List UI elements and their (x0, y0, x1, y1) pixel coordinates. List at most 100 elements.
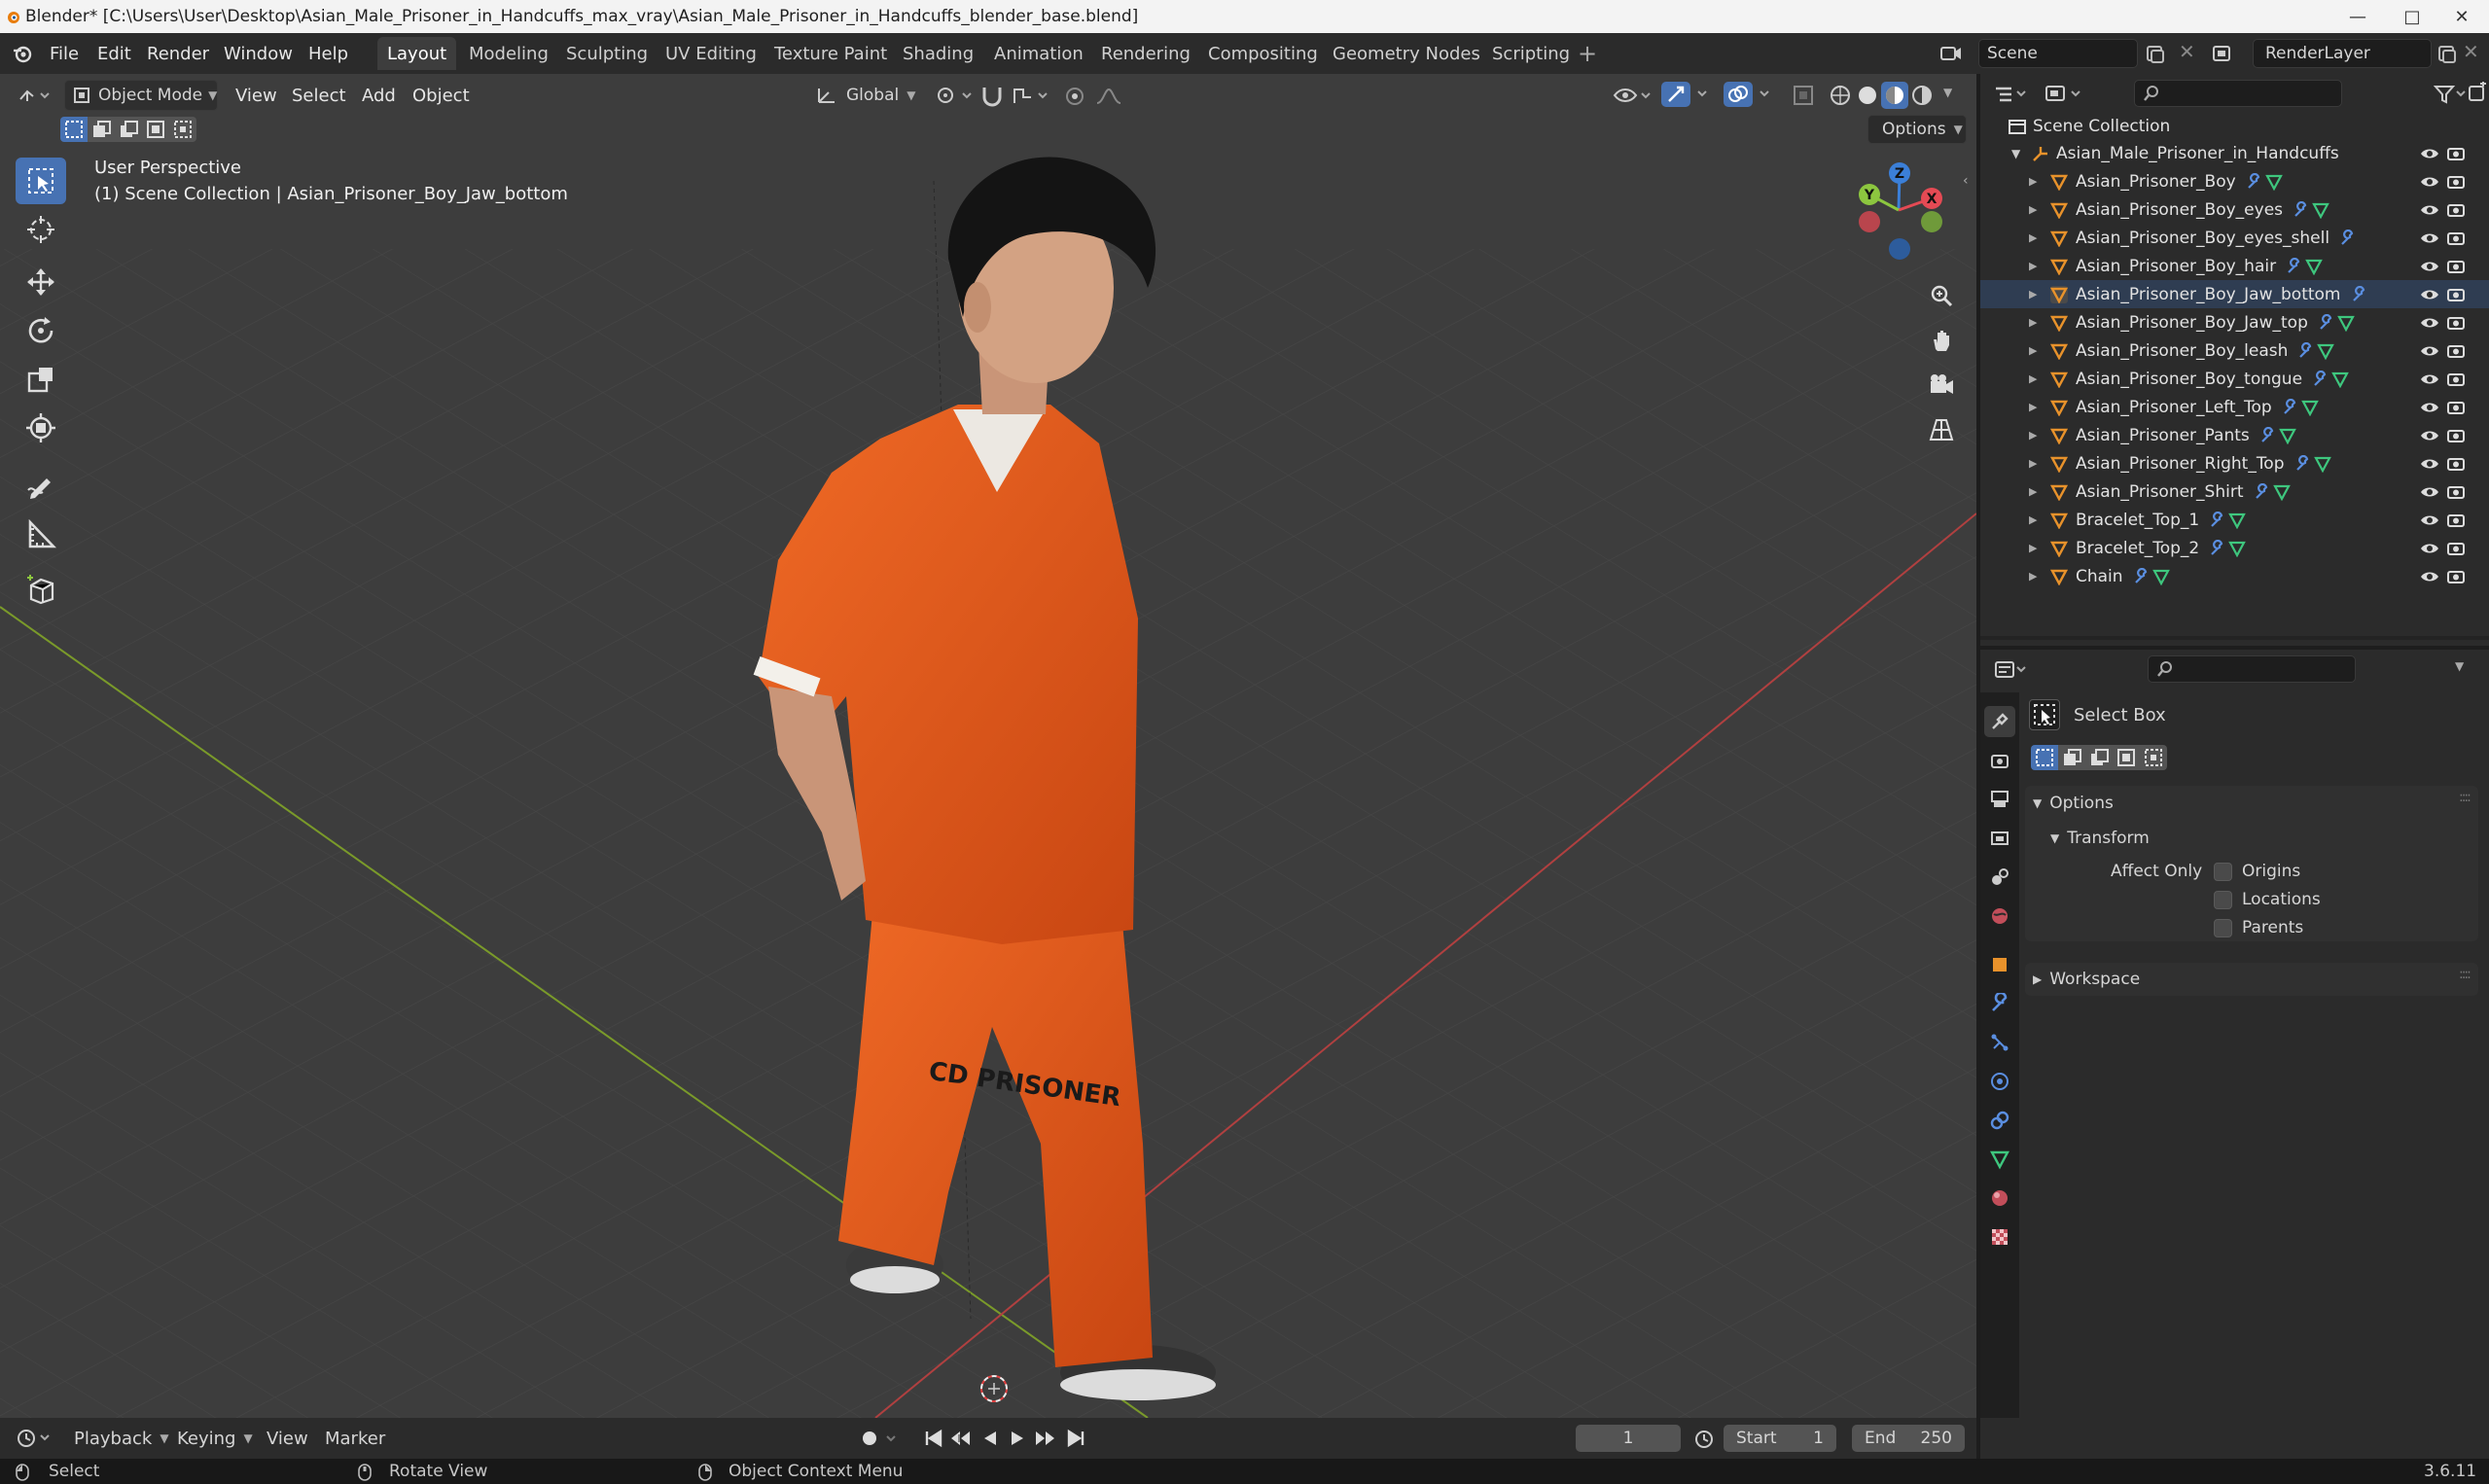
tab-tool[interactable] (1984, 706, 2015, 737)
outliner-item[interactable]: ▶ Asian_Prisoner_Boy_eyes_shell (1980, 224, 2489, 252)
new-collection-icon[interactable] (2467, 82, 2488, 103)
navigation-gizmo[interactable]: Z X Y (1848, 159, 1949, 261)
visibility-eye-icon[interactable] (2420, 512, 2439, 528)
mesh-data-icon[interactable] (2313, 455, 2331, 473)
preview-range-clock-icon[interactable] (1692, 1428, 1716, 1451)
workspace-panel[interactable]: ▶ Workspace :::: (2025, 963, 2478, 996)
outliner-scene-collection[interactable]: Scene Collection (1980, 112, 2489, 140)
expand-arrow-icon[interactable]: ▶ (2029, 344, 2046, 357)
locations-checkbox-box[interactable] (2214, 890, 2232, 909)
tab-rendering[interactable]: Rendering (1091, 37, 1200, 70)
mesh-data-icon[interactable] (2337, 314, 2355, 332)
jump-to-end-icon[interactable] (1066, 1429, 1085, 1448)
tab-object[interactable] (1984, 949, 2015, 980)
tool-transform[interactable] (16, 405, 66, 451)
select-invert-icon[interactable] (2113, 745, 2140, 770)
transform-subpanel-header[interactable]: ▼ Transform (2050, 827, 2150, 850)
record-keyframe-icon[interactable] (860, 1429, 899, 1448)
render-camera-icon[interactable] (2447, 428, 2465, 443)
expand-arrow-icon[interactable]: ▶ (2029, 485, 2046, 498)
pivot-point-icon[interactable] (936, 86, 975, 105)
viewport-menu-object[interactable]: Object (412, 74, 470, 117)
expand-arrow-icon[interactable]: ▶ (2029, 513, 2046, 526)
outliner-item[interactable]: ▶ Asian_Prisoner_Right_Top (1980, 449, 2489, 477)
outliner-item[interactable]: ▶ Asian_Prisoner_Shirt (1980, 477, 2489, 506)
outliner-item[interactable]: ▶ Bracelet_Top_2 (1980, 534, 2489, 562)
viewport-menu-select[interactable]: Select (292, 74, 346, 117)
tab-texture-paint[interactable]: Texture Paint (764, 37, 897, 70)
visibility-eye-icon[interactable] (2420, 315, 2439, 331)
select-new-icon[interactable] (2031, 745, 2058, 770)
play-icon[interactable] (1008, 1429, 1027, 1448)
properties-search-input[interactable] (2148, 655, 2356, 683)
properties-options-chevron-icon[interactable]: ▼ (2455, 659, 2464, 673)
tool-add-cube[interactable] (16, 566, 66, 613)
menu-edit[interactable]: Edit (97, 33, 131, 74)
timeline-menu-marker[interactable]: Marker (325, 1418, 385, 1459)
tool-scale[interactable] (16, 356, 66, 403)
render-camera-icon[interactable] (2447, 400, 2465, 415)
shading-options-chevron-icon[interactable]: ▼ (1943, 86, 1952, 99)
outliner-item[interactable]: ▶ Asian_Prisoner_Pants (1980, 421, 2489, 449)
modifier-wrench-icon[interactable] (2254, 482, 2271, 501)
render-camera-icon[interactable] (2447, 146, 2465, 161)
modifier-wrench-icon[interactable] (2246, 172, 2263, 191)
material-preview-shading-icon[interactable] (1881, 82, 1908, 109)
render-camera-icon[interactable] (2447, 343, 2465, 359)
modifier-wrench-icon[interactable] (2297, 341, 2315, 360)
workspace-panel-header[interactable]: ▶ Workspace (2033, 968, 2140, 991)
select-extend-icon[interactable] (2058, 745, 2085, 770)
menu-window[interactable]: Window (224, 33, 293, 74)
tool-annotate[interactable] (16, 463, 66, 510)
close-window-button[interactable]: ✕ (2435, 0, 2489, 33)
modifier-wrench-icon[interactable] (2294, 454, 2312, 473)
render-camera-icon[interactable] (2447, 371, 2465, 387)
mesh-data-icon[interactable] (2228, 512, 2247, 529)
expand-arrow-icon[interactable]: ▶ (2029, 372, 2046, 385)
render-camera-icon[interactable] (2447, 484, 2465, 500)
mesh-data-icon[interactable] (2228, 540, 2247, 557)
mesh-data-icon[interactable] (2317, 342, 2335, 360)
menu-render[interactable]: Render (147, 33, 209, 74)
scene-name-field[interactable]: Scene (1978, 39, 2138, 68)
modifier-wrench-icon[interactable] (2339, 229, 2357, 247)
tab-output[interactable] (1984, 784, 2015, 815)
outliner-item[interactable]: ▶ Asian_Prisoner_Boy_hair (1980, 252, 2489, 280)
mesh-data-icon[interactable] (2300, 399, 2319, 416)
render-camera-icon[interactable] (2447, 541, 2465, 556)
tab-physics[interactable] (1984, 1066, 2015, 1097)
visibility-eye-icon[interactable] (2420, 371, 2439, 387)
tab-sculpting[interactable]: Sculpting (556, 37, 658, 70)
outliner-item[interactable]: ▶ Asian_Prisoner_Boy_leash (1980, 336, 2489, 365)
tab-constraints[interactable] (1984, 1105, 2015, 1136)
mesh-data-icon[interactable] (2272, 483, 2291, 501)
outliner-item[interactable]: ▶ Asian_Prisoner_Boy (1980, 167, 2489, 195)
falloff-icon[interactable] (1095, 86, 1128, 107)
select-invert-icon[interactable] (142, 117, 169, 142)
timeline-menu-playback[interactable]: Playback ▼ (74, 1418, 169, 1459)
expand-arrow-icon[interactable]: ▶ (2029, 457, 2046, 470)
mesh-data-icon[interactable] (2312, 201, 2329, 219)
render-camera-icon[interactable] (2447, 259, 2465, 274)
tool-move[interactable] (16, 259, 66, 305)
visibility-eye-icon[interactable] (2420, 146, 2439, 161)
timeline-menu-view[interactable]: View (267, 1418, 308, 1459)
viewport-menu-view[interactable]: View (235, 74, 277, 117)
jump-to-keyframe-forward-icon[interactable] (1033, 1429, 1056, 1448)
view-layer-field[interactable]: RenderLayer (2253, 39, 2432, 68)
outliner-item[interactable]: ▶ Asian_Prisoner_Boy_tongue (1980, 365, 2489, 393)
solid-shading-icon[interactable] (1856, 84, 1879, 107)
editor-type-icon[interactable] (18, 86, 51, 105)
overlays-toggle-icon[interactable] (1724, 82, 1774, 107)
outliner-collection-row[interactable]: ▼ Asian_Male_Prisoner_in_Handcuffs (1980, 139, 2489, 167)
render-camera-icon[interactable] (2447, 456, 2465, 472)
tool-cursor[interactable] (16, 206, 66, 253)
visibility-eye-icon[interactable] (2420, 569, 2439, 584)
sidebar-toggle-icon[interactable]: ‹ (1963, 173, 1969, 189)
mode-selector[interactable]: Object Mode ▼ (64, 80, 218, 111)
tool-rotate[interactable] (16, 307, 66, 354)
properties-editor-type-icon[interactable] (1994, 659, 2027, 681)
modifier-wrench-icon[interactable] (2209, 539, 2226, 557)
visibility-eye-icon[interactable] (2420, 259, 2439, 274)
tab-modifiers[interactable] (1984, 988, 2015, 1019)
